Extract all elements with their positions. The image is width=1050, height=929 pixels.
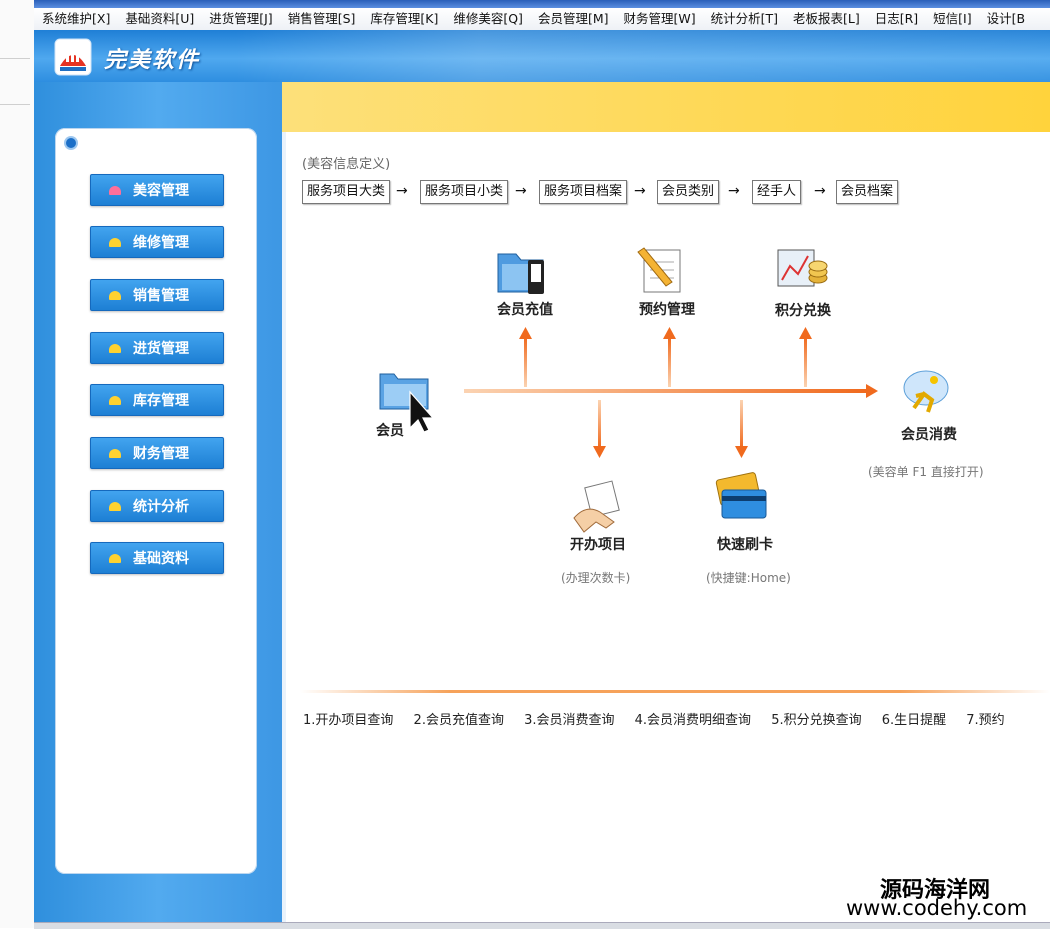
open-project-icon[interactable] [573,480,620,533]
menu-member[interactable]: 会员管理[M] [530,8,616,30]
menu-bar: 系统维护[X] 基础资料[U] 进货管理[J] 销售管理[S] 库存管理[K] … [34,8,1050,31]
menu-sales[interactable]: 销售管理[S] [280,8,363,30]
query-appointment[interactable]: 7.预约 [966,713,1004,728]
divider [300,690,1050,693]
main-flow-arrow [464,389,866,393]
sidebar-item-repair[interactable]: 维修管理 [90,226,224,258]
query-open-project[interactable]: 1.开办项目查询 [303,713,393,728]
sidebar-item-purchase[interactable]: 进货管理 [90,332,224,364]
sidebar-item-sales[interactable]: 销售管理 [90,279,224,311]
sidebar-item-finance[interactable]: 财务管理 [90,437,224,469]
points-exchange-icon[interactable] [777,249,828,287]
sidebar-panel: 美容管理 维修管理 销售管理 进货管理 库存管理 财务管理 统计分析 基础资料 [55,128,257,874]
query-member-consume[interactable]: 3.会员消费查询 [524,713,614,728]
menu-system[interactable]: 系统维护[X] [34,8,117,30]
member-recharge-label[interactable]: 会员充值 [497,299,553,319]
menu-basic-data[interactable]: 基础资料[U] [117,8,201,30]
appointment-icon[interactable] [637,247,681,293]
sidebar-item-label: 美容管理 [133,183,189,199]
sidebar-item-label: 基础资料 [133,551,189,567]
member-consume-note: (美容单 F1 直接打开) [868,465,984,479]
workflow-diagram [379,247,949,533]
menu-design[interactable]: 设计[B [979,8,1032,30]
sidebar-item-label: 维修管理 [133,235,189,251]
title-bar [34,0,1050,8]
sidebar-item-basic-data[interactable]: 基础资料 [90,542,224,574]
menu-purchase[interactable]: 进货管理[J] [201,8,279,30]
menu-sms[interactable]: 短信[I] [925,8,978,30]
query-consume-detail[interactable]: 4.会员消费明细查询 [635,713,751,728]
home-icon [109,395,121,405]
logo-text: 完美软件 [104,48,201,73]
sidebar-item-label: 库存管理 [133,393,189,409]
member-consume-label[interactable]: 会员消费 [901,424,957,444]
query-links: 1.开办项目查询 2.会员充值查询 3.会员消费查询 4.会员消费明细查询 5.… [303,709,1021,728]
quick-card-note: (快捷键:Home) [706,571,791,585]
quick-card-icon[interactable] [715,472,767,519]
menu-finance[interactable]: 财务管理[W] [615,8,702,30]
home-icon [109,237,121,247]
home-icon [109,501,121,511]
logo-icon [54,38,92,76]
sidebar-item-label: 进货管理 [133,341,189,357]
sidebar-item-beauty[interactable]: 美容管理 [90,174,224,206]
member-consume-icon[interactable] [903,370,949,413]
appointment-label[interactable]: 预约管理 [639,299,695,319]
menu-boss-report[interactable]: 老板报表[L] [785,8,867,30]
menu-inventory[interactable]: 库存管理[K] [362,8,445,30]
home-icon [109,290,121,300]
query-member-recharge[interactable]: 2.会员充值查询 [414,713,504,728]
open-project-note: (办理次数卡) [561,571,631,585]
query-birthday-reminder[interactable]: 6.生日提醒 [882,713,946,728]
window-gutter [0,0,35,928]
menu-statistics[interactable]: 统计分析[T] [703,8,785,30]
header-banner: 完美软件 [34,30,1050,82]
menu-log[interactable]: 日志[R] [867,8,925,30]
sidebar-item-label: 销售管理 [133,288,189,304]
home-icon [109,343,121,353]
home-icon [109,185,121,195]
home-icon [109,448,121,458]
sidebar-item-label: 财务管理 [133,446,189,462]
member-recharge-icon[interactable] [497,253,544,294]
panel-dot-icon [66,138,76,148]
points-exchange-label[interactable]: 积分兑换 [775,300,831,320]
open-project-label[interactable]: 开办项目 [570,534,626,554]
quick-card-label[interactable]: 快速刷卡 [717,534,773,554]
member-file-label[interactable]: 会员 [376,420,404,440]
menu-repair-beauty[interactable]: 维修美容[Q] [445,8,530,30]
watermark-url: www.codehy.com [846,896,1028,920]
query-points-exchange[interactable]: 5.积分兑换查询 [771,713,861,728]
sidebar-item-statistics[interactable]: 统计分析 [90,490,224,522]
home-icon [109,553,121,563]
sidebar-item-inventory[interactable]: 库存管理 [90,384,224,416]
content-top-bar [282,82,1050,132]
sidebar-item-label: 统计分析 [133,499,189,515]
